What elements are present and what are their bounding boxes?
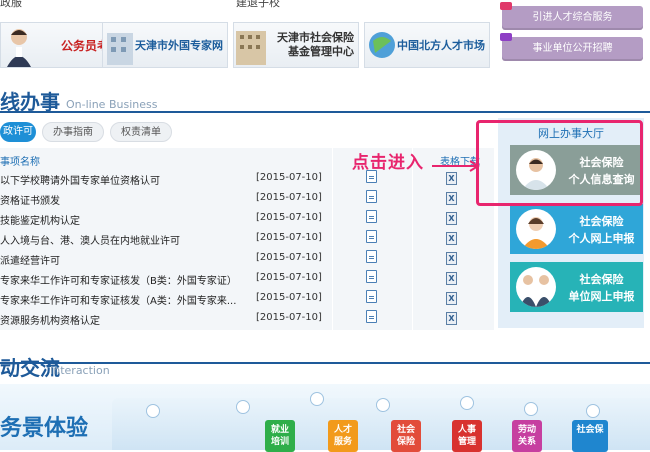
public-recruitment-button[interactable]: 事业单位公开招聘 bbox=[500, 33, 643, 61]
row-date: [2015-07-10] bbox=[256, 192, 322, 203]
banner-north-talent-market[interactable]: 中国北方人才市场 bbox=[364, 22, 490, 68]
excel-download-icon[interactable]: X bbox=[446, 272, 457, 285]
banner-social-insurance-fund[interactable]: 天津市社会保险 基金管理中心 bbox=[233, 22, 359, 68]
row-date: [2015-07-10] bbox=[256, 252, 322, 263]
banner-label-2: 基金管理中心 bbox=[288, 45, 354, 58]
row-name[interactable]: 技能鉴定机构认定 bbox=[0, 212, 80, 227]
handshake-icon bbox=[516, 267, 556, 307]
figure-icon bbox=[376, 398, 390, 412]
interaction-banner-text: 务景体验 bbox=[0, 416, 89, 441]
table-row[interactable]: 以下学校聘请外国专家单位资格认可 [2015-07-10] bbox=[0, 169, 330, 189]
banner-label: 中国北方人才市场 bbox=[397, 39, 485, 52]
row-name[interactable]: 人入境与台、港、澳人员在内地就业许可 bbox=[0, 232, 180, 247]
excel-download-icon[interactable]: X bbox=[446, 252, 457, 265]
person-illustration-icon bbox=[3, 23, 37, 67]
document-icon[interactable] bbox=[366, 190, 377, 203]
row-name[interactable]: 以下学校聘请外国专家单位资格认可 bbox=[0, 172, 160, 187]
table-row[interactable]: 资源服务机构资格认定 [2015-07-10] bbox=[0, 309, 330, 329]
tile-social-insurance[interactable]: 社会 保险 bbox=[391, 420, 421, 452]
column-header-name: 事项名称 bbox=[0, 157, 40, 168]
tile-social-insurance-2[interactable]: 社会保 bbox=[572, 420, 608, 452]
document-icon[interactable] bbox=[366, 250, 377, 263]
table-row[interactable]: 技能鉴定机构认定 [2015-07-10] bbox=[0, 209, 330, 229]
service-line2: 个人网上申报 bbox=[568, 232, 635, 245]
talent-service-button[interactable]: 引进人才综合服务 bbox=[500, 2, 643, 30]
table-row[interactable]: 专家来华工作许可和专家证核发（A类：外国专家来... [2015-07-10] bbox=[0, 289, 330, 309]
excel-download-icon[interactable]: X bbox=[446, 212, 457, 225]
row-name[interactable]: 资源服务机构资格认定 bbox=[0, 312, 100, 327]
tab-rights-list[interactable]: 权责清单 bbox=[110, 122, 172, 142]
document-icon[interactable] bbox=[366, 270, 377, 283]
tab-service-guide[interactable]: 办事指南 bbox=[42, 122, 104, 142]
table-row[interactable]: 专家来华工作许可和专家证核发（B类：外国专家证） [2015-07-10] bbox=[0, 269, 330, 289]
service-line1: 社会保险 bbox=[579, 273, 624, 286]
building-icon bbox=[234, 23, 268, 67]
row-date: [2015-07-10] bbox=[256, 292, 322, 303]
service-personal-online-declare[interactable]: 社会保险 个人网上申报 bbox=[510, 204, 643, 254]
highlight-box bbox=[476, 120, 643, 206]
row-name[interactable]: 专家来华工作许可和专家证核发（B类：外国专家证） bbox=[0, 272, 237, 287]
figure-icon bbox=[586, 404, 600, 418]
document-icon[interactable] bbox=[366, 210, 377, 223]
building-icon bbox=[103, 23, 137, 67]
tile-employment-training[interactable]: 就业 培训 bbox=[265, 420, 295, 452]
row-date: [2015-07-10] bbox=[256, 212, 322, 223]
figure-icon bbox=[236, 400, 250, 414]
row-date: [2015-07-10] bbox=[256, 232, 322, 243]
figure-icon bbox=[524, 402, 538, 416]
figure-icon bbox=[146, 404, 160, 418]
excel-download-icon[interactable]: X bbox=[446, 312, 457, 325]
banner-label: 天津市社会保险 bbox=[277, 31, 354, 44]
excel-download-icon[interactable]: X bbox=[446, 192, 457, 205]
row-date: [2015-07-10] bbox=[256, 272, 322, 283]
document-icon[interactable] bbox=[366, 230, 377, 243]
document-icon[interactable] bbox=[366, 290, 377, 303]
row-date: [2015-07-10] bbox=[256, 172, 322, 183]
tile-labor-relations[interactable]: 劳动 关系 bbox=[512, 420, 542, 452]
table-row[interactable]: 人入境与台、港、澳人员在内地就业许可 [2015-07-10] bbox=[0, 229, 330, 249]
excel-download-icon[interactable]: X bbox=[446, 172, 457, 185]
tab-admin-license[interactable]: 政许可 bbox=[0, 122, 36, 142]
figure-icon bbox=[460, 396, 474, 410]
top-nav-text[interactable]: 政服 bbox=[0, 0, 22, 10]
document-icon[interactable] bbox=[366, 310, 377, 323]
service-line1: 社会保险 bbox=[579, 215, 624, 228]
excel-download-icon[interactable]: X bbox=[446, 232, 457, 245]
flag-icon bbox=[500, 33, 512, 41]
table-row[interactable]: 派遣经营许可 [2015-07-10] bbox=[0, 249, 330, 269]
row-date: [2015-07-10] bbox=[256, 312, 322, 323]
talent-service-label: 引进人才综合服务 bbox=[532, 12, 613, 23]
tile-talent-service[interactable]: 人才 服务 bbox=[328, 420, 358, 452]
online-section-subtitle: On-line Business bbox=[66, 98, 158, 111]
excel-download-icon[interactable]: X bbox=[446, 292, 457, 305]
interaction-section-subtitle: Interaction bbox=[50, 364, 110, 377]
column-divider bbox=[412, 148, 413, 330]
click-enter-annotation: 点击进入 bbox=[352, 153, 424, 173]
flag-icon bbox=[500, 2, 512, 10]
figure-icon bbox=[310, 392, 324, 406]
banner-foreign-expert[interactable]: 天津市外国专家网 bbox=[102, 22, 228, 68]
public-recruitment-label: 事业单位公开招聘 bbox=[532, 43, 613, 54]
person-avatar-icon bbox=[516, 209, 556, 249]
section-divider bbox=[0, 111, 650, 113]
table-row[interactable]: 资格证书颁发 [2015-07-10] bbox=[0, 189, 330, 209]
banner-label: 天津市外国专家网 bbox=[135, 39, 223, 52]
service-line2: 单位网上申报 bbox=[568, 290, 635, 303]
row-name[interactable]: 专家来华工作许可和专家证核发（A类：外国专家来... bbox=[0, 292, 236, 307]
section-divider bbox=[0, 362, 650, 364]
arrow-icon bbox=[432, 160, 480, 172]
row-name[interactable]: 派遣经营许可 bbox=[0, 252, 60, 267]
globe-icon bbox=[365, 23, 399, 67]
row-name[interactable]: 资格证书颁发 bbox=[0, 192, 60, 207]
service-unit-online-declare[interactable]: 社会保险 单位网上申报 bbox=[510, 262, 643, 312]
column-divider bbox=[332, 148, 333, 330]
tile-personnel-management[interactable]: 人事 管理 bbox=[452, 420, 482, 452]
top-nav-text-2[interactable]: 建退子校 bbox=[236, 0, 280, 10]
